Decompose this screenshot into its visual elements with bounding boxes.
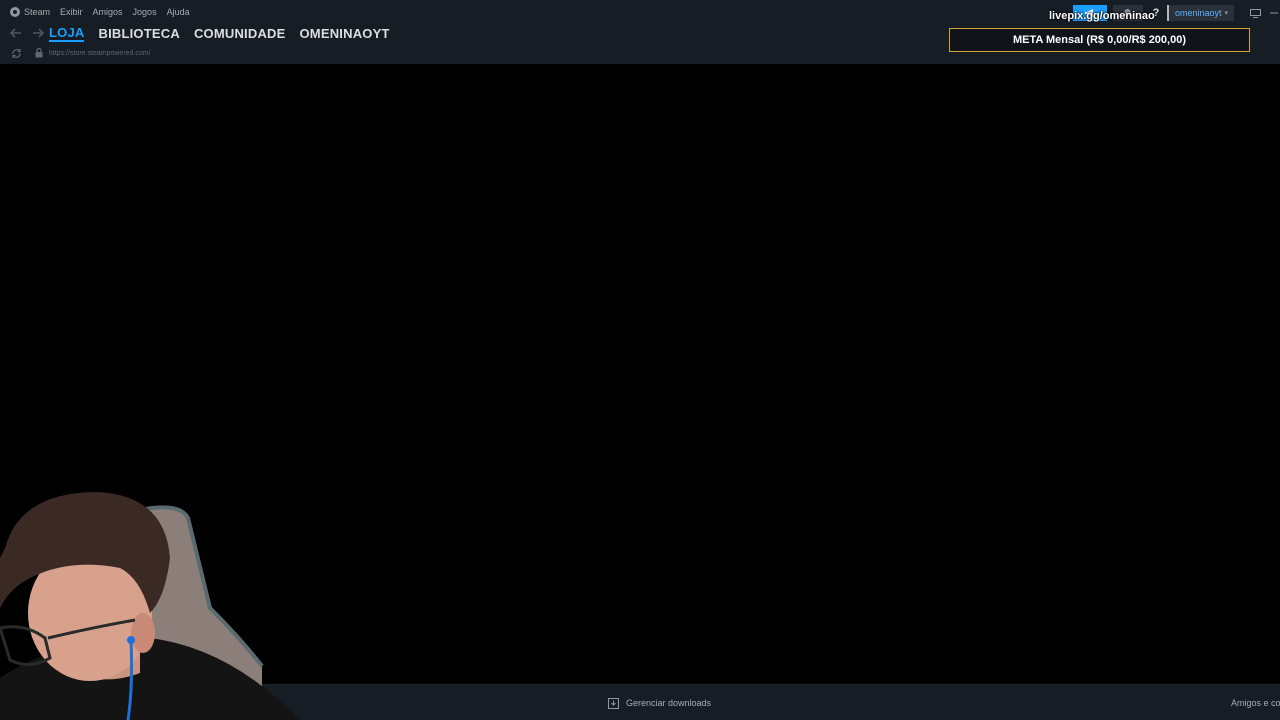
tab-loja[interactable]: LOJA xyxy=(49,25,85,42)
nav-row: LOJA BIBLIOTECA COMUNIDADE OMENINAOYT xyxy=(0,24,404,42)
monitor-icon xyxy=(1249,8,1261,18)
menu-exibir[interactable]: Exibir xyxy=(60,7,83,17)
menu-amigos[interactable]: Amigos xyxy=(93,7,123,17)
back-arrow-icon[interactable] xyxy=(5,24,27,42)
livepix-overlay: livepix.gg/omeninao xyxy=(1049,10,1155,22)
download-icon xyxy=(608,697,619,709)
url-text[interactable]: https://store.steampowered.com/ xyxy=(49,50,151,57)
username: omeninaoyt xyxy=(1174,8,1222,18)
menu-jogos[interactable]: Jogos xyxy=(133,7,157,17)
steam-logo-icon xyxy=(10,7,20,17)
menu-ajuda[interactable]: Ajuda xyxy=(167,7,190,17)
tab-biblioteca[interactable]: BIBLIOTECA xyxy=(98,26,179,41)
account-menu[interactable]: omeninaoyt ▾ xyxy=(1166,5,1234,21)
monthly-goal-overlay: META Mensal (R$ 0,00/R$ 200,00) xyxy=(949,28,1250,52)
menu-steam[interactable]: Steam xyxy=(10,7,50,17)
tab-profile[interactable]: OMENINAOYT xyxy=(300,26,390,41)
menu-bar: Steam Exibir Amigos Jogos Ajuda xyxy=(0,0,200,24)
webcam-overlay xyxy=(0,488,310,720)
manage-downloads-button[interactable]: Gerenciar downloads xyxy=(608,685,711,720)
friends-chat-button[interactable]: Amigos e co xyxy=(1231,685,1280,720)
big-picture-button[interactable] xyxy=(1246,5,1264,21)
address-bar: https://store.steampowered.com/ xyxy=(0,45,151,61)
manage-downloads-label: Gerenciar downloads xyxy=(626,698,712,708)
menu-steam-label: Steam xyxy=(24,7,51,17)
minimize-button[interactable] xyxy=(1268,5,1280,21)
minimize-icon xyxy=(1270,12,1278,14)
reload-icon[interactable] xyxy=(10,47,22,59)
chevron-down-icon: ▾ xyxy=(1224,10,1228,17)
forward-arrow-icon[interactable] xyxy=(27,24,49,42)
lock-icon xyxy=(34,48,44,59)
tab-comunidade[interactable]: COMUNIDADE xyxy=(194,26,286,41)
